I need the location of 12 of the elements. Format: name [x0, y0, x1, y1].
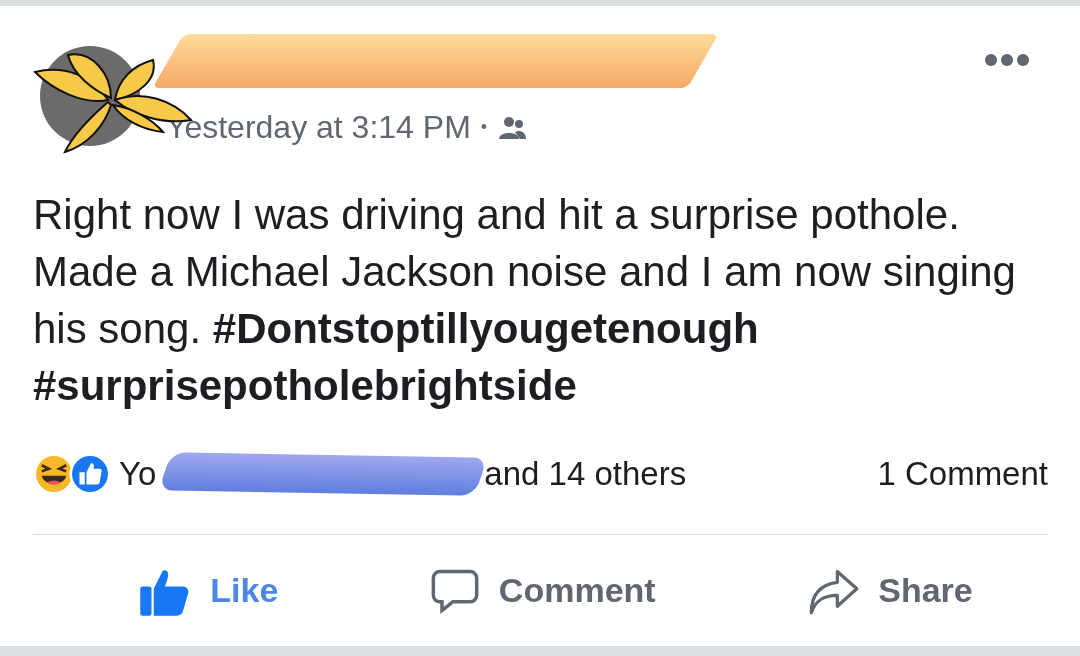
more-options-icon[interactable] [984, 53, 1030, 67]
reaction-count[interactable]: and 14 others [484, 455, 687, 493]
comment-button[interactable]: Comment [420, 560, 664, 621]
share-button[interactable]: Share [798, 560, 981, 621]
comment-count[interactable]: 1 Comment [877, 455, 1048, 493]
post-text: Right now I was driving and hit a surprise pothole. Made a Michael Jackson noise and I am now singing his song. #Dontstoptillyougetenough #surprisepotholebrightside [33, 190, 1017, 411]
post-timestamp[interactable]: Yesterday at 3:14 PM [166, 109, 471, 146]
separator-dot: • [480, 117, 488, 138]
like-button[interactable]: Like [130, 559, 287, 622]
like-reaction-icon [69, 453, 111, 495]
friends-icon [497, 114, 528, 141]
reaction-names[interactable]: Yo [119, 455, 157, 493]
